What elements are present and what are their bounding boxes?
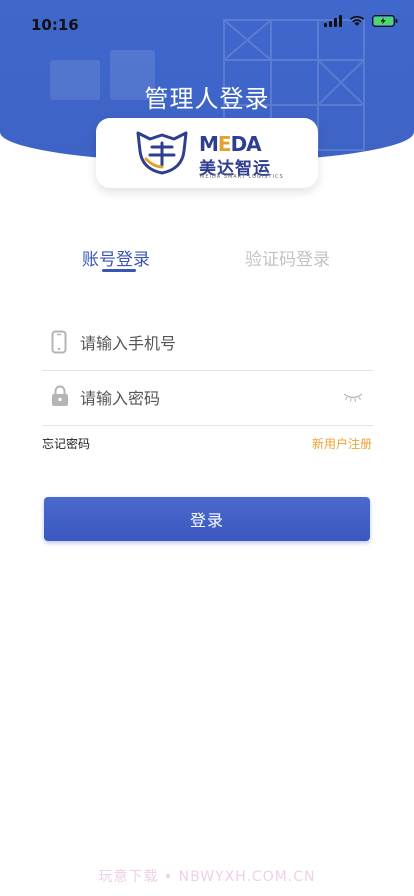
tab-code-login[interactable]: 验证码登录 xyxy=(245,245,330,270)
password-field xyxy=(42,370,373,426)
register-link[interactable]: 新用户注册 xyxy=(312,435,372,452)
status-time: 10:16 xyxy=(31,16,79,34)
logo-en-suffix: DA xyxy=(230,132,262,156)
battery-charging-icon xyxy=(372,15,398,27)
watermark: 玩意下载 • NBWYXH.COM.CN xyxy=(98,869,316,885)
lock-icon xyxy=(52,385,68,406)
phone-input[interactable] xyxy=(80,328,340,358)
active-tab-indicator xyxy=(102,269,136,272)
page-title: 管理人登录 xyxy=(144,85,270,113)
logo-en-accent: E xyxy=(217,132,232,156)
phone-icon xyxy=(51,330,67,354)
password-input[interactable] xyxy=(80,383,340,413)
login-button[interactable]: 登录 xyxy=(44,497,370,541)
meida-logo-icon xyxy=(136,131,188,175)
wifi-icon xyxy=(349,15,365,26)
forgot-password-link[interactable]: 忘记密码 xyxy=(42,435,90,452)
logo-english: MEDA xyxy=(199,132,262,156)
eye-closed-icon[interactable] xyxy=(343,392,363,402)
phone-field xyxy=(42,315,373,371)
tab-account-login[interactable]: 账号登录 xyxy=(82,245,150,270)
logo-en-prefix: M xyxy=(199,132,219,156)
logo-tagline: MEIDA SMART LOGISTICS xyxy=(200,174,284,180)
status-bar: 10:16 xyxy=(0,0,414,44)
signal-icon xyxy=(324,15,342,27)
status-icons xyxy=(324,15,398,27)
logo-card: MEDA 美达智运 MEIDA SMART LOGISTICS xyxy=(96,118,318,188)
